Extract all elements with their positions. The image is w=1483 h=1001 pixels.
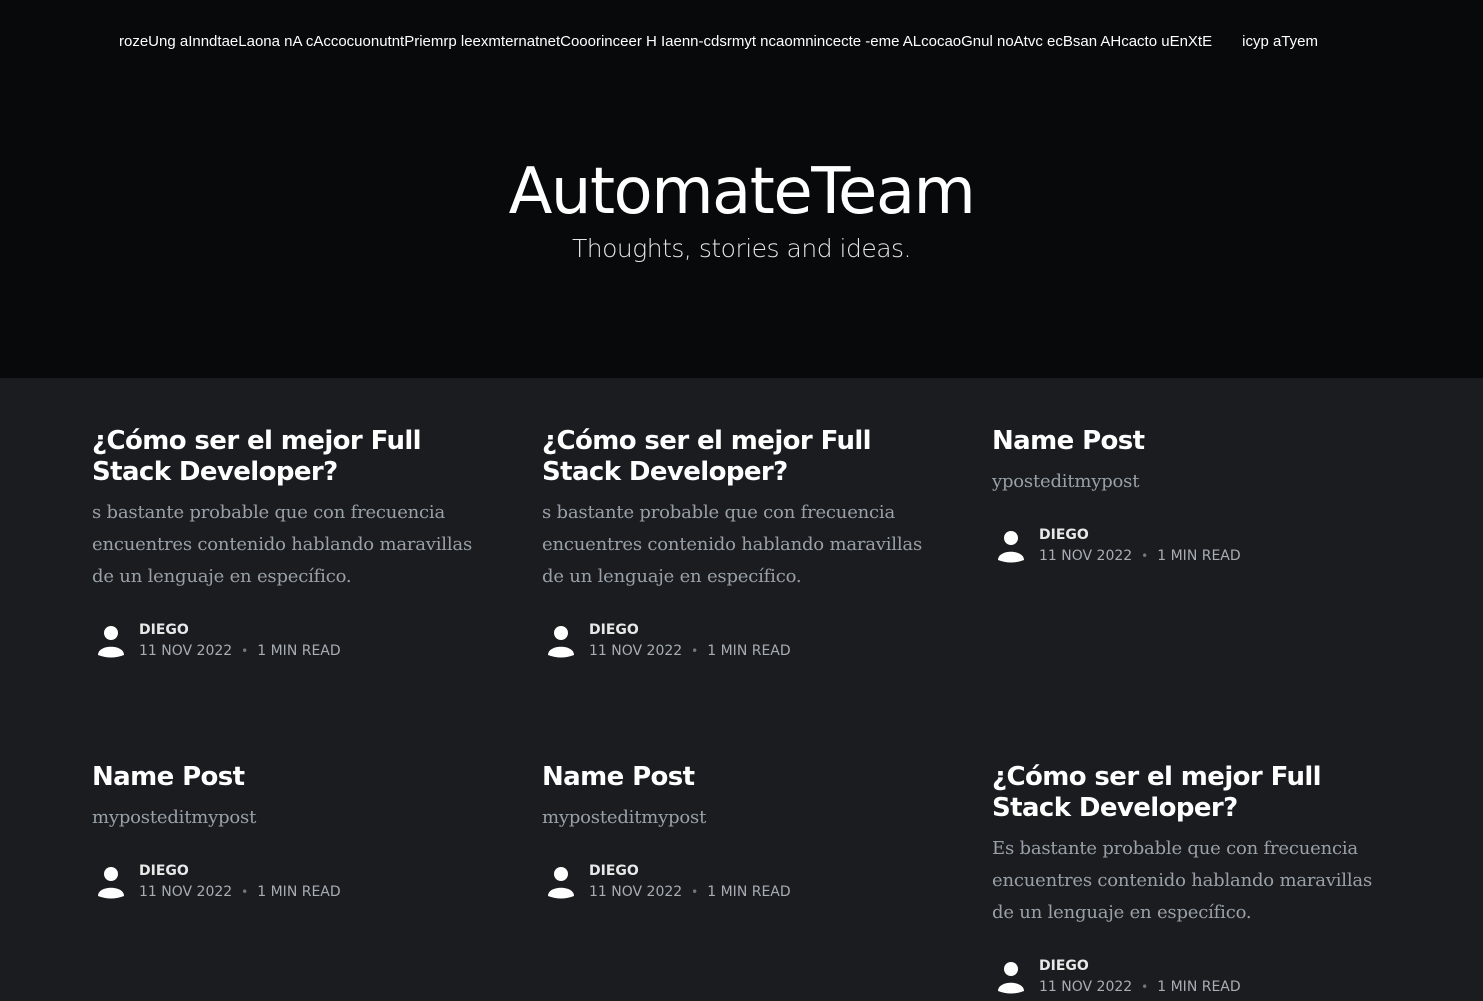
post-date-line: 11 NOV 2022 • 1 MIN READ xyxy=(1039,547,1241,565)
reading-time: 1 MIN READ xyxy=(1157,979,1241,995)
post-meta: DIEGO 11 NOV 2022 • 1 MIN READ xyxy=(92,862,492,906)
post-excerpt[interactable]: myposteditmypost xyxy=(92,802,492,834)
user-avatar-icon[interactable] xyxy=(96,623,126,659)
post-meta: DIEGO 11 NOV 2022 • 1 MIN READ xyxy=(542,862,942,906)
top-navigation: rozeUng aInndtaeLaona nA cAccocuonutntPr… xyxy=(119,31,1391,53)
meta-separator: • xyxy=(691,885,699,899)
post-card[interactable]: Name Post yposteditmypost DIEGO 11 NOV 2… xyxy=(992,426,1392,570)
post-card[interactable]: ¿Cómo ser el mejor Full Stack Developer?… xyxy=(92,426,492,665)
post-date-line: 11 NOV 2022 • 1 MIN READ xyxy=(139,642,341,660)
post-card[interactable]: ¿Cómo ser el mejor Full Stack Developer?… xyxy=(992,762,1392,1001)
post-excerpt[interactable]: myposteditmypost xyxy=(542,802,942,834)
author-name[interactable]: DIEGO xyxy=(139,862,189,880)
post-date-line: 11 NOV 2022 • 1 MIN READ xyxy=(139,883,341,901)
site-title[interactable]: AutomateTeam xyxy=(0,150,1483,234)
author-name[interactable]: DIEGO xyxy=(589,862,639,880)
post-date: 11 NOV 2022 xyxy=(589,643,683,659)
post-title[interactable]: Name Post xyxy=(992,426,1392,457)
post-date-line: 11 NOV 2022 • 1 MIN READ xyxy=(589,883,791,901)
user-avatar-icon[interactable] xyxy=(546,623,576,659)
user-avatar-icon[interactable] xyxy=(996,959,1026,995)
post-date: 11 NOV 2022 xyxy=(139,643,233,659)
reading-time: 1 MIN READ xyxy=(257,884,341,900)
post-date-line: 11 NOV 2022 • 1 MIN READ xyxy=(589,642,791,660)
post-excerpt[interactable]: s bastante probable que con frecuencia e… xyxy=(542,497,942,593)
post-title[interactable]: ¿Cómo ser el mejor Full Stack Developer? xyxy=(92,426,492,488)
post-excerpt[interactable]: Es bastante probable que con frecuencia … xyxy=(992,833,1392,929)
post-excerpt[interactable]: yposteditmypost xyxy=(992,466,1392,498)
user-avatar-icon[interactable] xyxy=(996,528,1026,564)
post-date: 11 NOV 2022 xyxy=(1039,979,1133,995)
site-header: rozeUng aInndtaeLaona nA cAccocuonutntPr… xyxy=(0,0,1483,378)
meta-separator: • xyxy=(1141,549,1149,563)
post-feed: ¿Cómo ser el mejor Full Stack Developer?… xyxy=(92,378,1392,995)
post-date: 11 NOV 2022 xyxy=(139,884,233,900)
post-title[interactable]: Name Post xyxy=(542,762,942,793)
post-meta: DIEGO 11 NOV 2022 • 1 MIN READ xyxy=(92,621,492,665)
post-date: 11 NOV 2022 xyxy=(1039,548,1133,564)
author-name[interactable]: DIEGO xyxy=(589,621,639,639)
post-card[interactable]: Name Post myposteditmypost DIEGO 11 NOV … xyxy=(542,762,942,906)
post-meta: DIEGO 11 NOV 2022 • 1 MIN READ xyxy=(542,621,942,665)
post-card[interactable]: ¿Cómo ser el mejor Full Stack Developer?… xyxy=(542,426,942,665)
author-name[interactable]: DIEGO xyxy=(1039,526,1089,544)
site-description: Thoughts, stories and ideas. xyxy=(572,234,912,263)
post-card[interactable]: Name Post myposteditmypost DIEGO 11 NOV … xyxy=(92,762,492,906)
meta-separator: • xyxy=(241,885,249,899)
post-title[interactable]: ¿Cómo ser el mejor Full Stack Developer? xyxy=(542,426,942,488)
meta-separator: • xyxy=(1141,980,1149,994)
meta-separator: • xyxy=(241,644,249,658)
post-excerpt[interactable]: s bastante probable que con frecuencia e… xyxy=(92,497,492,593)
reading-time: 1 MIN READ xyxy=(707,884,791,900)
user-avatar-icon[interactable] xyxy=(546,864,576,900)
reading-time: 1 MIN READ xyxy=(1157,548,1241,564)
post-date-line: 11 NOV 2022 • 1 MIN READ xyxy=(1039,978,1241,996)
reading-time: 1 MIN READ xyxy=(257,643,341,659)
user-avatar-icon[interactable] xyxy=(96,864,126,900)
author-name[interactable]: DIEGO xyxy=(139,621,189,639)
reading-time: 1 MIN READ xyxy=(707,643,791,659)
post-meta: DIEGO 11 NOV 2022 • 1 MIN READ xyxy=(992,526,1392,570)
post-title[interactable]: Name Post xyxy=(92,762,492,793)
post-title[interactable]: ¿Cómo ser el mejor Full Stack Developer? xyxy=(992,762,1392,824)
nav-links[interactable]: rozeUng aInndtaeLaona nA cAccocuonutntPr… xyxy=(119,31,1212,53)
author-name[interactable]: DIEGO xyxy=(1039,957,1089,975)
post-date: 11 NOV 2022 xyxy=(589,884,683,900)
post-meta: DIEGO 11 NOV 2022 • 1 MIN READ xyxy=(992,957,1392,1001)
meta-separator: • xyxy=(691,644,699,658)
nav-link-overflow[interactable]: icyp aTyem xyxy=(1242,31,1318,53)
